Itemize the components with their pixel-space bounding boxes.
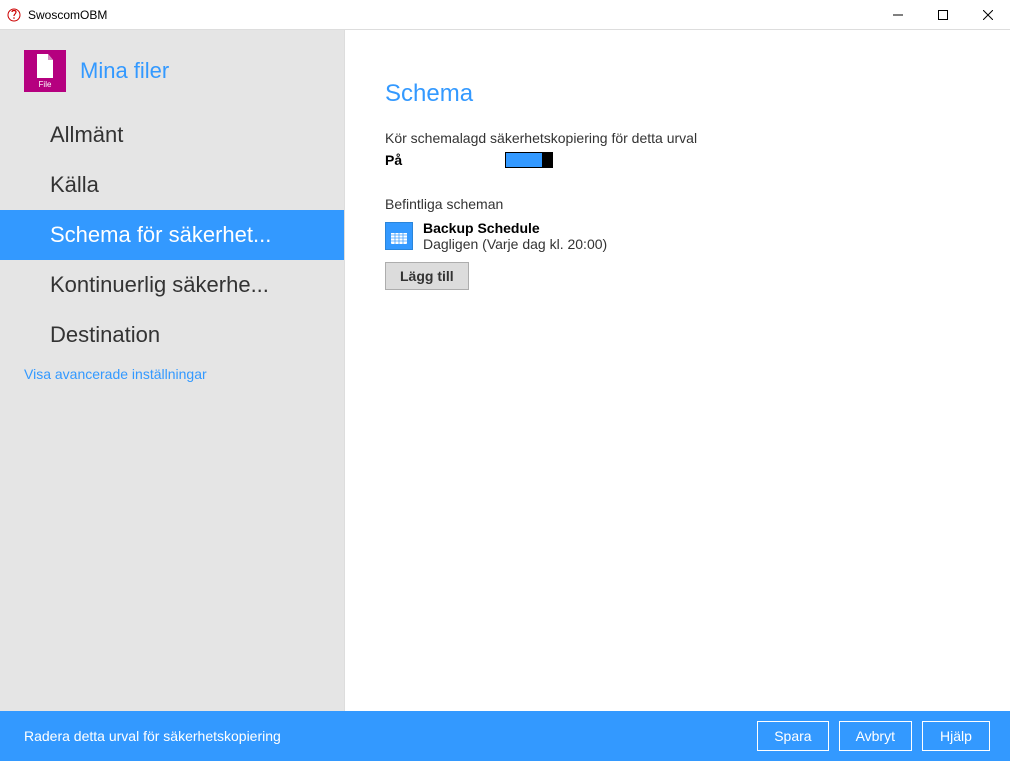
- sidebar: File Mina filer Allmänt Källa Schema för…: [0, 30, 345, 711]
- nav-item-destination[interactable]: Destination: [0, 310, 344, 360]
- close-button[interactable]: [965, 0, 1010, 30]
- help-button[interactable]: Hjälp: [922, 721, 990, 751]
- maximize-button[interactable]: [920, 0, 965, 30]
- footer: Radera detta urval för säkerhetskopierin…: [0, 711, 1010, 761]
- save-button[interactable]: Spara: [757, 721, 828, 751]
- file-icon: File: [24, 50, 66, 92]
- calendar-icon: [385, 222, 413, 250]
- schedule-list: Backup Schedule Dagligen (Varje dag kl. …: [385, 220, 970, 252]
- advanced-settings-link[interactable]: Visa avancerade inställningar: [0, 360, 344, 382]
- add-button[interactable]: Lägg till: [385, 262, 469, 290]
- schedule-toggle[interactable]: [505, 152, 553, 168]
- nav-item-general[interactable]: Allmänt: [0, 110, 344, 160]
- file-icon-label: File: [39, 80, 52, 89]
- schedule-desc: Dagligen (Varje dag kl. 20:00): [423, 236, 607, 252]
- minimize-button[interactable]: [875, 0, 920, 30]
- nav-item-continuous[interactable]: Kontinuerlig säkerhe...: [0, 260, 344, 310]
- app-icon: [6, 7, 22, 23]
- titlebar: SwoscomOBM: [0, 0, 1010, 30]
- nav-item-schedule[interactable]: Schema för säkerhet...: [0, 210, 344, 260]
- toggle-label: På: [385, 152, 505, 168]
- existing-schedules-heading: Befintliga scheman: [385, 196, 970, 212]
- cancel-button[interactable]: Avbryt: [839, 721, 912, 751]
- sidebar-header: File Mina filer: [0, 50, 344, 110]
- delete-backup-set-link[interactable]: Radera detta urval för säkerhetskopierin…: [24, 728, 281, 744]
- content-area: Schema Kör schemalagd säkerhetskopiering…: [345, 30, 1010, 711]
- schedule-text: Backup Schedule Dagligen (Varje dag kl. …: [423, 220, 607, 252]
- window-title: SwoscomOBM: [28, 8, 107, 22]
- schedule-name: Backup Schedule: [423, 220, 607, 236]
- page-title: Schema: [385, 80, 970, 108]
- sidebar-title: Mina filer: [80, 58, 169, 84]
- nav-item-source[interactable]: Källa: [0, 160, 344, 210]
- toggle-row: På: [385, 152, 970, 168]
- run-scheduled-text: Kör schemalagd säkerhetskopiering för de…: [385, 130, 970, 146]
- schedule-item[interactable]: Backup Schedule Dagligen (Varje dag kl. …: [385, 220, 970, 252]
- sidebar-nav: Allmänt Källa Schema för säkerhet... Kon…: [0, 110, 344, 360]
